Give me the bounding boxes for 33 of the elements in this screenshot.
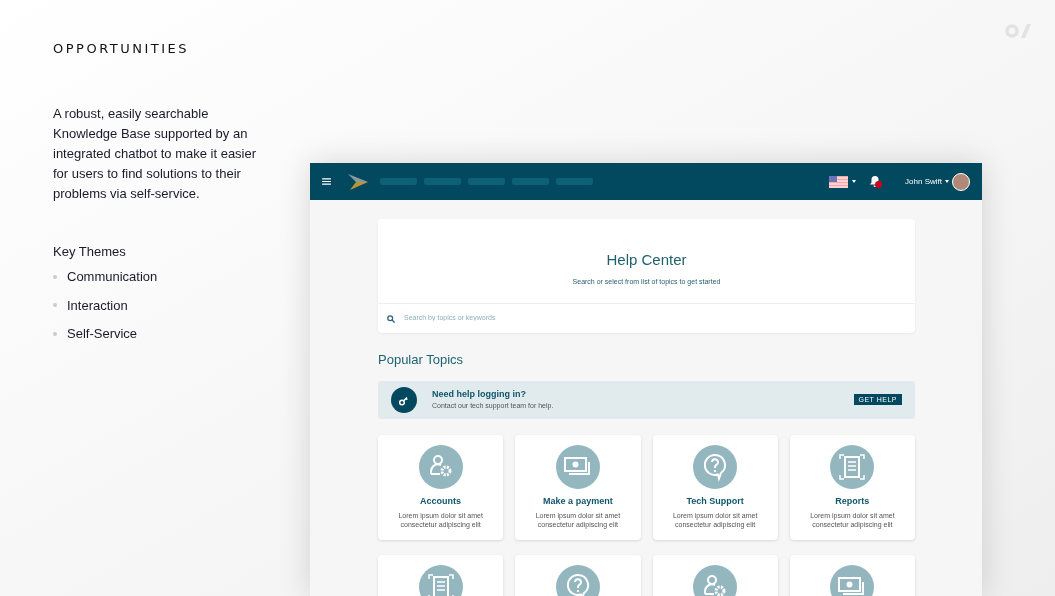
caret-icon[interactable]: [945, 180, 949, 183]
document-scan-icon: [830, 444, 875, 489]
theme-item: Self-Service: [67, 325, 138, 343]
user-gear-icon: [418, 444, 463, 489]
banner-title: Need help logging in?: [432, 387, 527, 401]
section-title: Popular Topics: [378, 351, 465, 369]
bullet-icon: [53, 331, 57, 336]
caret-icon[interactable]: [852, 180, 857, 183]
help-center-title: Help Center: [606, 250, 687, 270]
user-avatar[interactable]: [952, 172, 970, 191]
bullet-icon: [53, 303, 57, 308]
key-icon: [391, 386, 417, 413]
document-scan-icon: [418, 564, 463, 596]
topic-title: Make a payment: [543, 494, 613, 508]
money-icon: [830, 564, 875, 596]
bullet-icon: [53, 274, 57, 279]
topic-title: Reports: [835, 494, 870, 508]
menu-icon[interactable]: [322, 178, 331, 185]
theme-item: Communication: [67, 268, 158, 286]
question-bubble-icon: [555, 564, 600, 596]
theme-item: Interaction: [67, 296, 128, 315]
search-icon: [387, 314, 395, 323]
user-name[interactable]: John Swift: [905, 175, 942, 188]
themes-title: Key Themes: [53, 242, 127, 261]
topic-title: Accounts: [420, 494, 462, 508]
user-gear-icon: [693, 564, 738, 596]
question-bubble-icon: [693, 444, 738, 489]
arrow-logo[interactable]: [348, 173, 368, 190]
topic-title: Tech Support: [686, 494, 744, 508]
us-flag-icon[interactable]: [829, 175, 849, 188]
money-icon: [555, 444, 600, 489]
summary-paragraph: A robust, easily searchable Knowledge Base supported by an integrated chatbot to make it easier for users to find solutions to their problems via self-service.: [53, 104, 258, 203]
slide-heading: OPPORTUNITIES: [53, 40, 190, 58]
